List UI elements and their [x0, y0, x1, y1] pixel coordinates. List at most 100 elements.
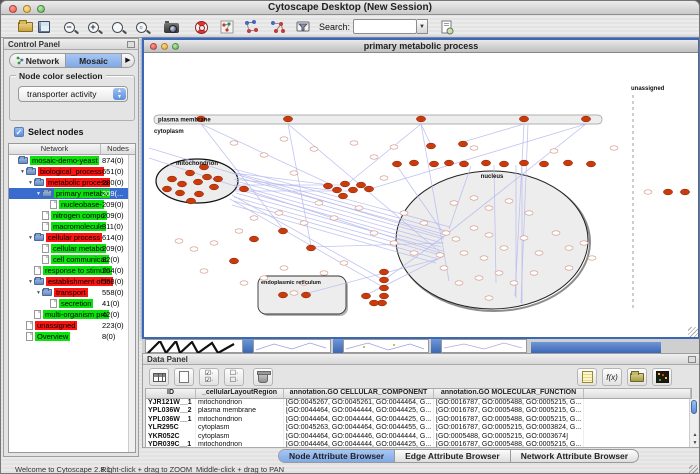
node-unselected[interactable]	[520, 236, 528, 240]
table-row[interactable]: YPL036W__2plasma membrane[GO:0044464, GO…	[146, 407, 691, 415]
edge[interactable]	[230, 199, 383, 287]
node-unselected[interactable]	[240, 281, 248, 285]
node-selected[interactable]	[185, 170, 194, 176]
node-unselected[interactable]	[340, 261, 348, 265]
tree-row-label[interactable]: cellular process	[46, 233, 102, 242]
node-selected[interactable]	[409, 160, 418, 166]
network-graph[interactable]: plasma membranecytoplasmmitochondrionnuc…	[144, 53, 698, 337]
table-scroll-thumb[interactable]	[691, 400, 697, 414]
float-panel-icon[interactable]	[127, 41, 135, 48]
select-attributes-icon[interactable]: ☑·☑·	[199, 368, 219, 386]
node-unselected[interactable]	[355, 206, 363, 210]
tree-col-network[interactable]: Network	[9, 144, 101, 154]
node-unselected[interactable]	[550, 149, 558, 153]
tree-expand-arrow[interactable]: ▼	[35, 290, 42, 296]
node-unselected[interactable]	[460, 251, 468, 255]
node-selected[interactable]	[209, 184, 218, 190]
column-header[interactable]: annotation.GO MOLECULAR_FUNCTION	[434, 389, 584, 398]
tree-row[interactable]: ▼cellular process614(0)	[9, 232, 135, 243]
tree-row[interactable]: macromolecule311(0)	[9, 221, 135, 232]
help-ring-icon[interactable]	[191, 18, 211, 36]
node-unselected[interactable]	[485, 233, 493, 237]
node-unselected[interactable]	[300, 221, 308, 225]
edge[interactable]	[234, 173, 330, 185]
node-unselected[interactable]	[644, 190, 652, 194]
tree-row[interactable]: ▼biological_process651(0)	[9, 166, 135, 177]
node-unselected[interactable]	[450, 201, 458, 205]
zoom-in-icon[interactable]: +	[83, 18, 103, 36]
tab-overflow-arrow[interactable]: ▶	[122, 54, 134, 67]
open-folder-icon[interactable]	[627, 368, 647, 386]
matrix-icon[interactable]	[652, 368, 672, 386]
node-unselected[interactable]	[530, 271, 538, 275]
node-selected[interactable]	[429, 161, 438, 167]
tree-row[interactable]: nitrogen compo209(0)	[9, 210, 135, 221]
tree-row-label[interactable]: transport	[54, 288, 88, 297]
table-cell[interactable]: cytoplasm	[196, 424, 284, 432]
tree-expand-arrow[interactable]: ▼	[27, 180, 34, 186]
tree-row[interactable]: cellular metabo209(0)	[9, 243, 135, 254]
node-unselected[interactable]	[290, 171, 298, 175]
node-unselected[interactable]	[470, 226, 478, 230]
node-selected[interactable]	[202, 174, 211, 180]
tab-edge-attribute-browser[interactable]: Edge Attribute Browser	[395, 450, 511, 462]
tree-row[interactable]: secretion41(0)	[9, 298, 135, 309]
node-unselected[interactable]	[470, 196, 478, 200]
table-cell[interactable]: [GO:0016787, GO:0005215, GO:0003824, G..…	[434, 424, 584, 432]
node-selected[interactable]	[229, 258, 238, 264]
node-unselected[interactable]	[610, 146, 618, 150]
tree-row[interactable]: Overview8(0)	[9, 331, 135, 342]
node-selected[interactable]	[426, 143, 435, 149]
search-input[interactable]	[353, 19, 417, 34]
tree-row[interactable]: ▼metabolic process280(0)	[9, 177, 135, 188]
node-unselected[interactable]	[475, 276, 483, 280]
node-unselected[interactable]	[495, 271, 503, 275]
tree-row[interactable]: response to stimulu264(0)	[9, 265, 135, 276]
function-icon[interactable]: f(x)	[602, 368, 622, 386]
network-resize-grip[interactable]	[688, 327, 698, 337]
node-unselected[interactable]	[310, 147, 318, 151]
import-network-icon[interactable]	[437, 18, 457, 36]
table-cell[interactable]: YPL036W__1	[146, 416, 196, 424]
save-icon[interactable]	[34, 18, 54, 36]
tree-expand-arrow[interactable]: ▼	[19, 169, 26, 175]
column-header[interactable]: annotation.GO CELLULAR_COMPONENT	[284, 389, 434, 398]
node-selected[interactable]	[278, 228, 287, 234]
table-cell[interactable]: [GO:0005488, GO:0005215, GO:0003674]	[434, 433, 584, 441]
table-cell[interactable]: cytoplasm	[196, 433, 284, 441]
tree-row-label[interactable]: unassigned	[35, 321, 77, 330]
table-cell[interactable]: [GO:0044464, GO:0044446, GO:0044444, G..…	[284, 433, 434, 441]
tree-row-label[interactable]: multi-organism pro	[43, 310, 109, 319]
node-unselected[interactable]	[525, 211, 533, 215]
table-cell[interactable]: [GO:0016787, GO:0005488, GO:0005215, G..…	[434, 416, 584, 424]
node-unselected[interactable]	[250, 216, 258, 220]
tree-row-label[interactable]: macromolecule	[51, 222, 106, 231]
table-row[interactable]: YDR039C__1mitochondrion[GO:0044464, GO:0…	[146, 441, 691, 448]
column-header[interactable]: _cellularLayoutRegion	[196, 389, 284, 398]
table-cell[interactable]: [GO:0016787, GO:0005488, GO:0005215, G..…	[434, 407, 584, 415]
node-unselected[interactable]	[200, 269, 208, 273]
tree-row-label[interactable]: cell communicat	[51, 255, 109, 264]
tree-scrollbar[interactable]	[128, 155, 135, 452]
node-selected[interactable]	[499, 161, 508, 167]
table-cell[interactable]: YJR121W__1	[146, 399, 196, 407]
node-selected[interactable]	[356, 182, 365, 188]
table-row[interactable]: YPL036W__1mitochondrion[GO:0044464, GO:0…	[146, 416, 691, 424]
tab-network[interactable]: Network	[10, 54, 66, 67]
node-unselected[interactable]	[510, 281, 518, 285]
node-unselected[interactable]	[400, 211, 408, 215]
node-selected[interactable]	[361, 293, 370, 299]
table-icon[interactable]	[149, 368, 169, 386]
node-unselected[interactable]	[380, 176, 388, 180]
node-selected[interactable]	[539, 161, 548, 167]
node-selected[interactable]	[481, 160, 490, 166]
node-selected[interactable]	[379, 293, 388, 299]
network-b-icon[interactable]	[267, 18, 287, 36]
node-selected[interactable]	[162, 186, 171, 192]
tree-row[interactable]: ▼primary metabo209(...	[9, 188, 135, 199]
node-unselected[interactable]	[505, 199, 513, 203]
node-unselected[interactable]	[565, 266, 573, 270]
column-header[interactable]: ID	[146, 389, 196, 398]
node-unselected[interactable]	[275, 211, 283, 215]
node-unselected[interactable]	[565, 246, 573, 250]
